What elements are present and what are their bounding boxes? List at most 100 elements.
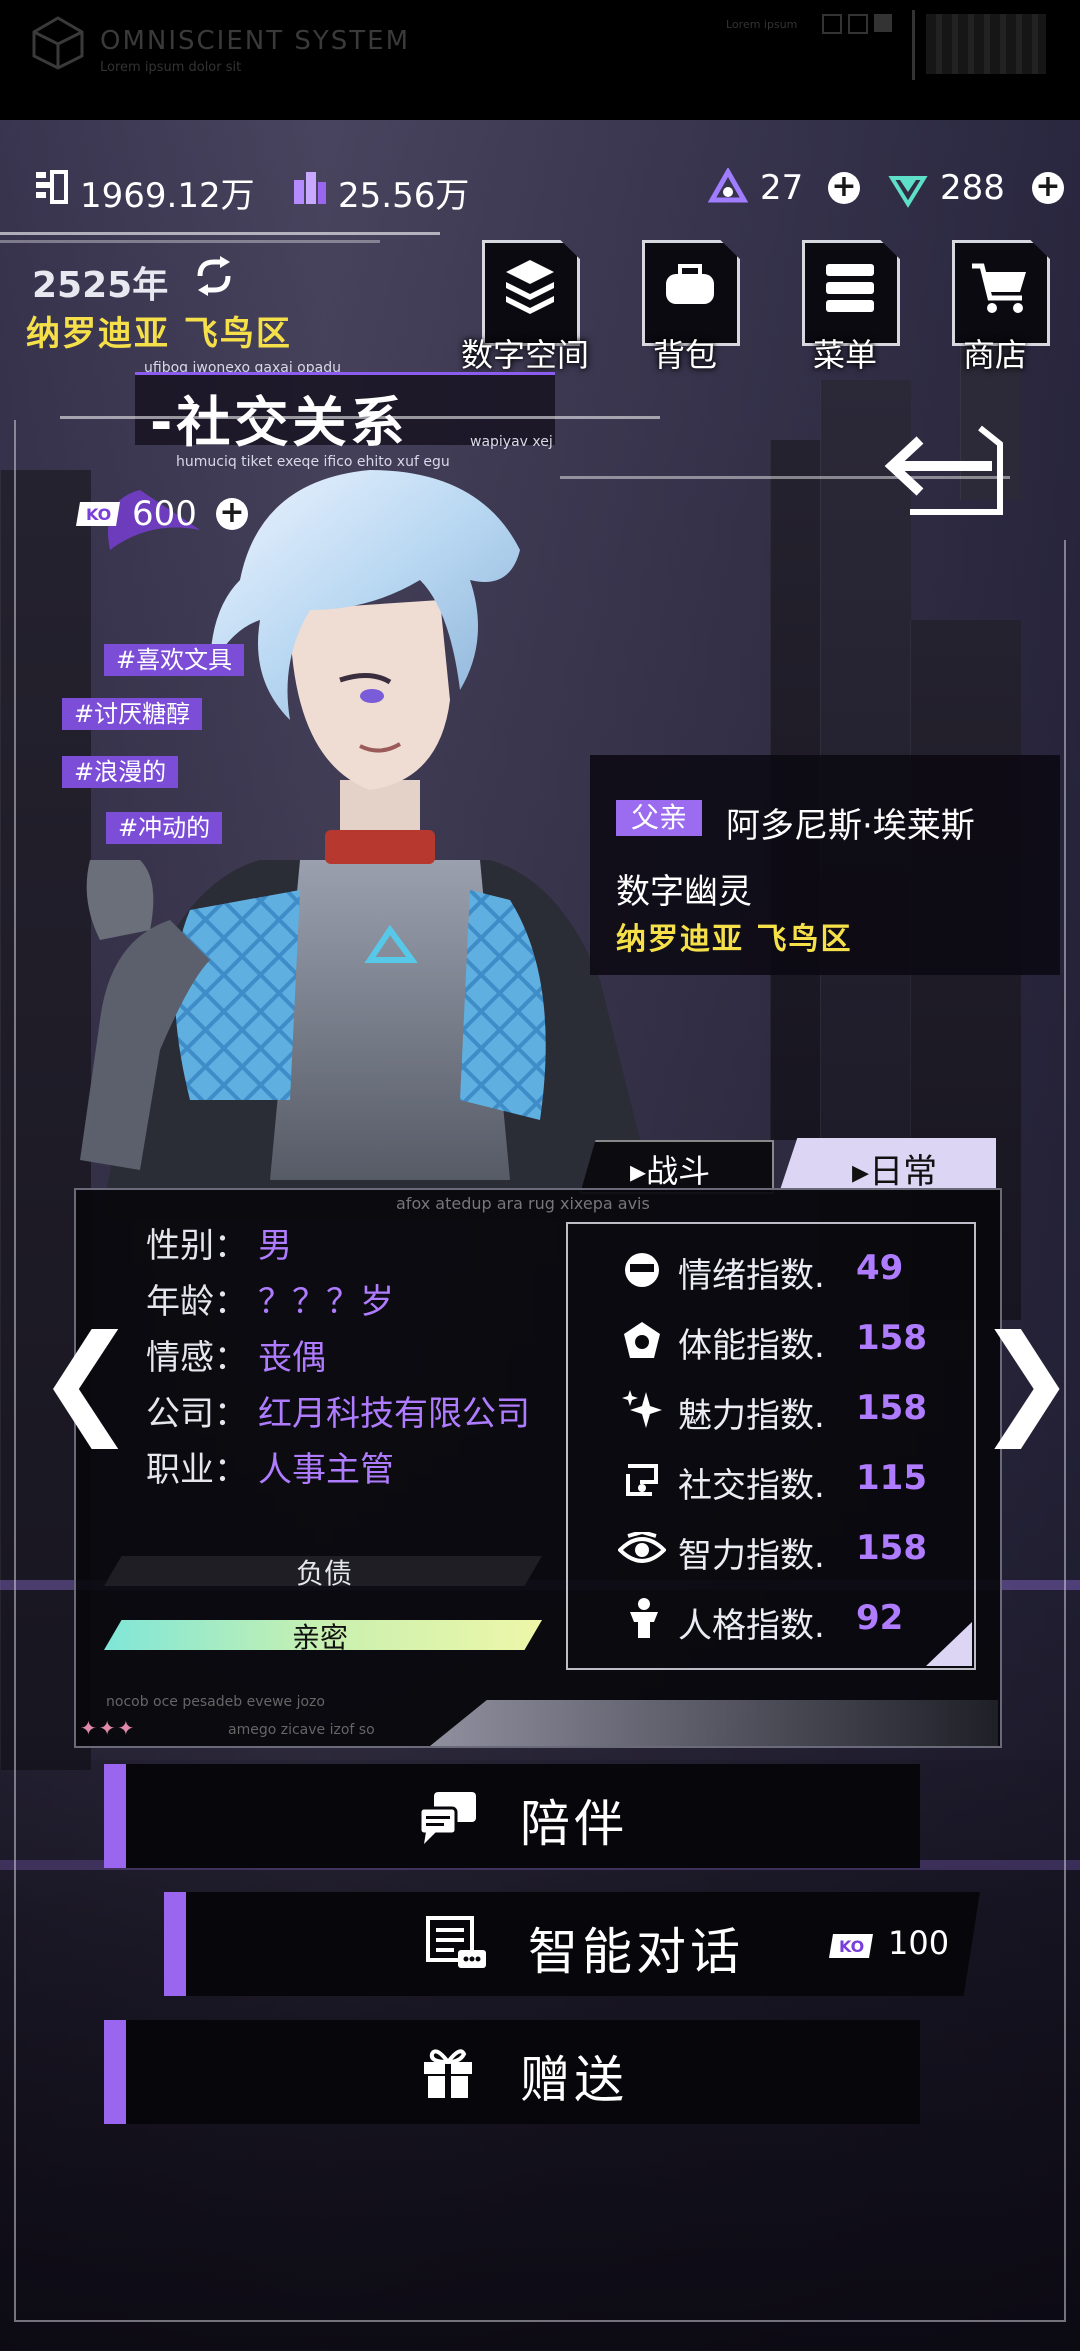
profile-label: 年龄： (146, 1282, 248, 1322)
menu-digital-space-button[interactable]: 数字空间 (461, 240, 589, 374)
tab-battle-label: ▸战斗 (630, 1152, 711, 1190)
intimacy-label: 亲密 (292, 1621, 349, 1654)
game-screen: OMNISCIENT SYSTEM Lorem ipsum dolor sit … (0, 0, 1080, 2351)
menu-label: 商店 (962, 336, 1027, 374)
coin-icon: KO (76, 502, 120, 526)
frame-line-bottom (14, 2320, 1066, 2322)
sparkle-icon (622, 1390, 662, 1428)
panel-caption: afox atedup ara rug xixepa avis (396, 1194, 650, 1213)
stat-value: 158 (856, 1528, 927, 1568)
profile-value: 人事主管 (258, 1450, 394, 1490)
stat-value: 115 (856, 1458, 927, 1498)
section-divider (60, 416, 660, 419)
relation-location: 纳罗迪亚 飞鸟区 (616, 922, 853, 957)
stat-value: 49 (856, 1248, 904, 1288)
stat-label: 智力指数. (678, 1536, 825, 1576)
smart-chat-cost: 100 (888, 1924, 950, 1962)
system-subtitle: Lorem ipsum dolor sit (100, 60, 242, 75)
next-character-icon[interactable]: ❯ (976, 1310, 1077, 1449)
menu-label: 数字空间 (460, 336, 589, 374)
gift-label: 赠送 (520, 2051, 628, 2109)
stat-value: 158 (856, 1388, 927, 1428)
section-caption-right: wapiyav xej (470, 434, 553, 450)
add-token-button[interactable]: + (828, 172, 860, 204)
eye-icon (618, 1532, 666, 1563)
debt-label: 负债 (296, 1557, 353, 1590)
relation-name: 阿多尼斯·埃莱斯 (726, 806, 975, 846)
stat-label: 社交指数. (678, 1466, 825, 1506)
header-stripe (0, 232, 440, 235)
chat-bubble-icon (418, 1792, 476, 1844)
mood-icon (625, 1253, 659, 1287)
social-icon (626, 1464, 658, 1496)
sparkle-decoration-icon: ✦✦✦ (80, 1716, 137, 1740)
menu-list-icon (826, 264, 874, 312)
accompany-label: 陪伴 (520, 1795, 628, 1853)
gift-button[interactable]: 赠送 (104, 2020, 920, 2124)
crystal-icon (294, 172, 326, 204)
relation-badge: 父亲 (616, 800, 702, 836)
omniscient-logo-icon (32, 16, 84, 70)
divider (912, 10, 915, 80)
frame-line-left (14, 420, 16, 2320)
game-year: 2525年 (32, 265, 169, 306)
stat-value: 158 (856, 1318, 927, 1358)
current-location: 纳罗迪亚 飞鸟区 (26, 314, 292, 354)
panel-footer-left: nocob oce pesadeb evewe jozo (106, 1694, 325, 1710)
panel-footer-strip (430, 1700, 998, 1746)
stat-value: 92 (856, 1598, 904, 1638)
money-icon (36, 170, 68, 204)
back-arrow-icon[interactable] (880, 420, 1010, 520)
stamina-icon (624, 1322, 660, 1358)
crystal-amount: 25.56万 (338, 176, 470, 216)
stat-label: 人格指数. (678, 1606, 825, 1646)
profile-label: 职业： (146, 1450, 248, 1490)
profile-value: 红月科技有限公司 (258, 1394, 530, 1434)
play-icon: ▸ (852, 1152, 870, 1192)
smart-chat-button[interactable]: 智能对话 KO 100 (164, 1892, 980, 1996)
menu-shop-button[interactable]: 商店 (940, 240, 1050, 374)
dialog-icon (426, 1916, 486, 1968)
trait-tag: #讨厌糖醇 (62, 698, 203, 730)
system-widget (926, 14, 1046, 74)
accompany-button[interactable]: 陪伴 (104, 1764, 920, 1868)
smart-chat-label: 智能对话 (528, 1923, 744, 1981)
gift-icon (424, 2049, 472, 2098)
system-corner-text: Lorem ipsum (726, 18, 798, 31)
panel-footer-right: amego zicave izof so (228, 1722, 375, 1738)
backpack-icon (666, 264, 714, 304)
menu-backpack-button[interactable]: 背包 (630, 240, 740, 374)
header-stripe (0, 240, 380, 243)
add-gem-button[interactable]: + (1032, 172, 1064, 204)
prev-character-icon[interactable]: ❮ (36, 1310, 137, 1449)
gem-amount: 288 (940, 168, 1005, 208)
trait-tag: #冲动的 (106, 812, 223, 844)
filled-square-icon (874, 14, 892, 32)
profile-value: ？？？岁 (258, 1282, 394, 1322)
profile-label: 情感： (146, 1338, 248, 1378)
menu-menu-button[interactable]: 菜单 (790, 240, 900, 374)
cart-icon (972, 263, 1026, 313)
coin-amount: 600 (132, 494, 197, 534)
profile-label: 性别： (146, 1226, 248, 1266)
add-coin-button[interactable]: + (216, 498, 248, 530)
coin-icon: KO (829, 1934, 873, 1958)
square-icon (822, 14, 842, 34)
menu-label: 背包 (652, 336, 717, 374)
token-amount: 27 (760, 168, 804, 208)
money-amount: 1969.12万 (80, 176, 255, 216)
profile-value: 男 (258, 1226, 292, 1266)
relation-type: 数字幽灵 (616, 872, 752, 912)
menu-label: 菜单 (812, 336, 877, 374)
swap-icon[interactable] (192, 256, 236, 296)
tab-daily-label: ▸日常 (852, 1152, 938, 1192)
profile-label: 公司： (146, 1394, 248, 1434)
person-icon (630, 1598, 658, 1638)
profile-value: 丧偶 (258, 1338, 326, 1378)
svg-text:KO: KO (839, 1937, 864, 1956)
stat-label: 魅力指数. (678, 1396, 825, 1436)
play-icon: ▸ (630, 1152, 647, 1190)
svg-text:KO: KO (86, 505, 111, 524)
stat-label: 情绪指数. (678, 1256, 825, 1296)
trait-tag: #喜欢文具 (104, 644, 245, 676)
